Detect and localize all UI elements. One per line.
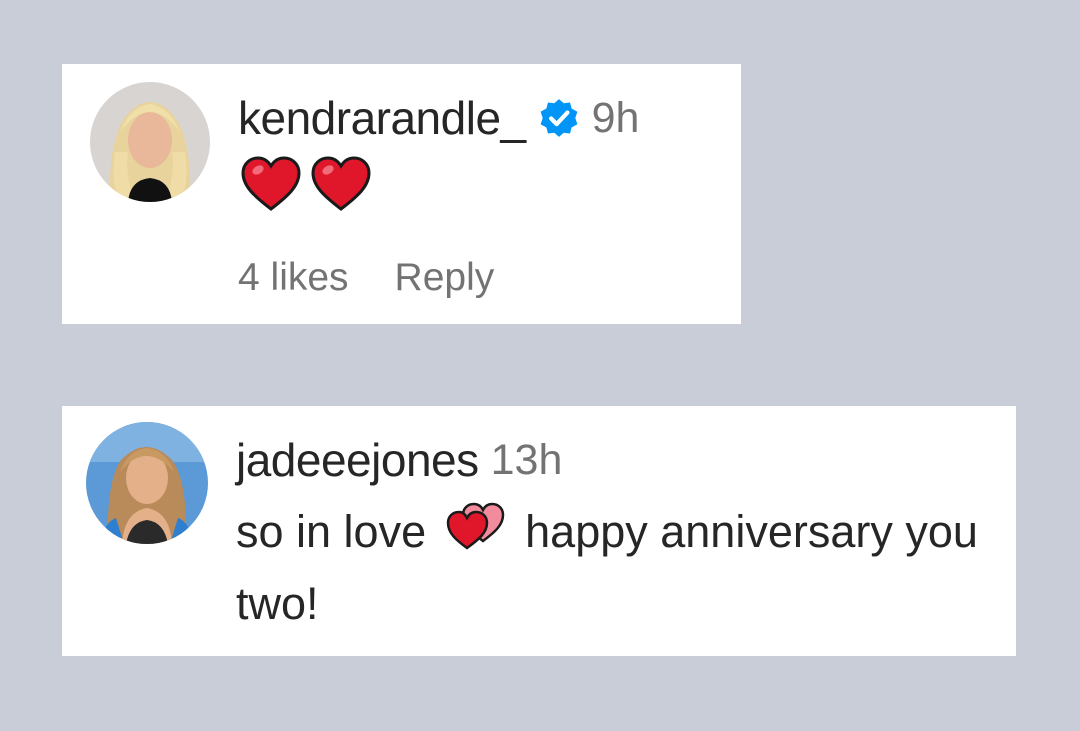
comment-text: so in love happy anniversary you two! bbox=[236, 498, 1006, 638]
comment-time[interactable]: 13h bbox=[491, 436, 563, 485]
comment-text-part: so in love bbox=[236, 506, 427, 557]
avatar[interactable] bbox=[90, 82, 210, 202]
comment-header: jadeeejones 13h bbox=[236, 432, 562, 488]
reply-button[interactable]: Reply bbox=[395, 256, 495, 300]
red-heart-emoji bbox=[241, 156, 301, 211]
comment-card-kendrarandle: kendrarandle_ 9h 4 likes Reply bbox=[62, 64, 741, 324]
username[interactable]: kendrarandle_ bbox=[238, 91, 526, 145]
comment-card-jadeeejones: jadeeejones 13h so in love happy anniver… bbox=[62, 406, 1016, 656]
comment-text bbox=[240, 156, 372, 212]
comment-header: kendrarandle_ 9h bbox=[238, 90, 639, 146]
two-hearts-emoji bbox=[445, 501, 507, 570]
verified-badge-icon bbox=[538, 97, 580, 139]
username[interactable]: jadeeejones bbox=[236, 433, 479, 487]
comment-actions: 4 likes Reply bbox=[238, 256, 494, 300]
avatar[interactable] bbox=[86, 422, 208, 544]
red-heart-emoji bbox=[311, 156, 371, 211]
comment-time[interactable]: 9h bbox=[592, 94, 640, 143]
likes-count-link[interactable]: 4 likes bbox=[238, 256, 349, 300]
